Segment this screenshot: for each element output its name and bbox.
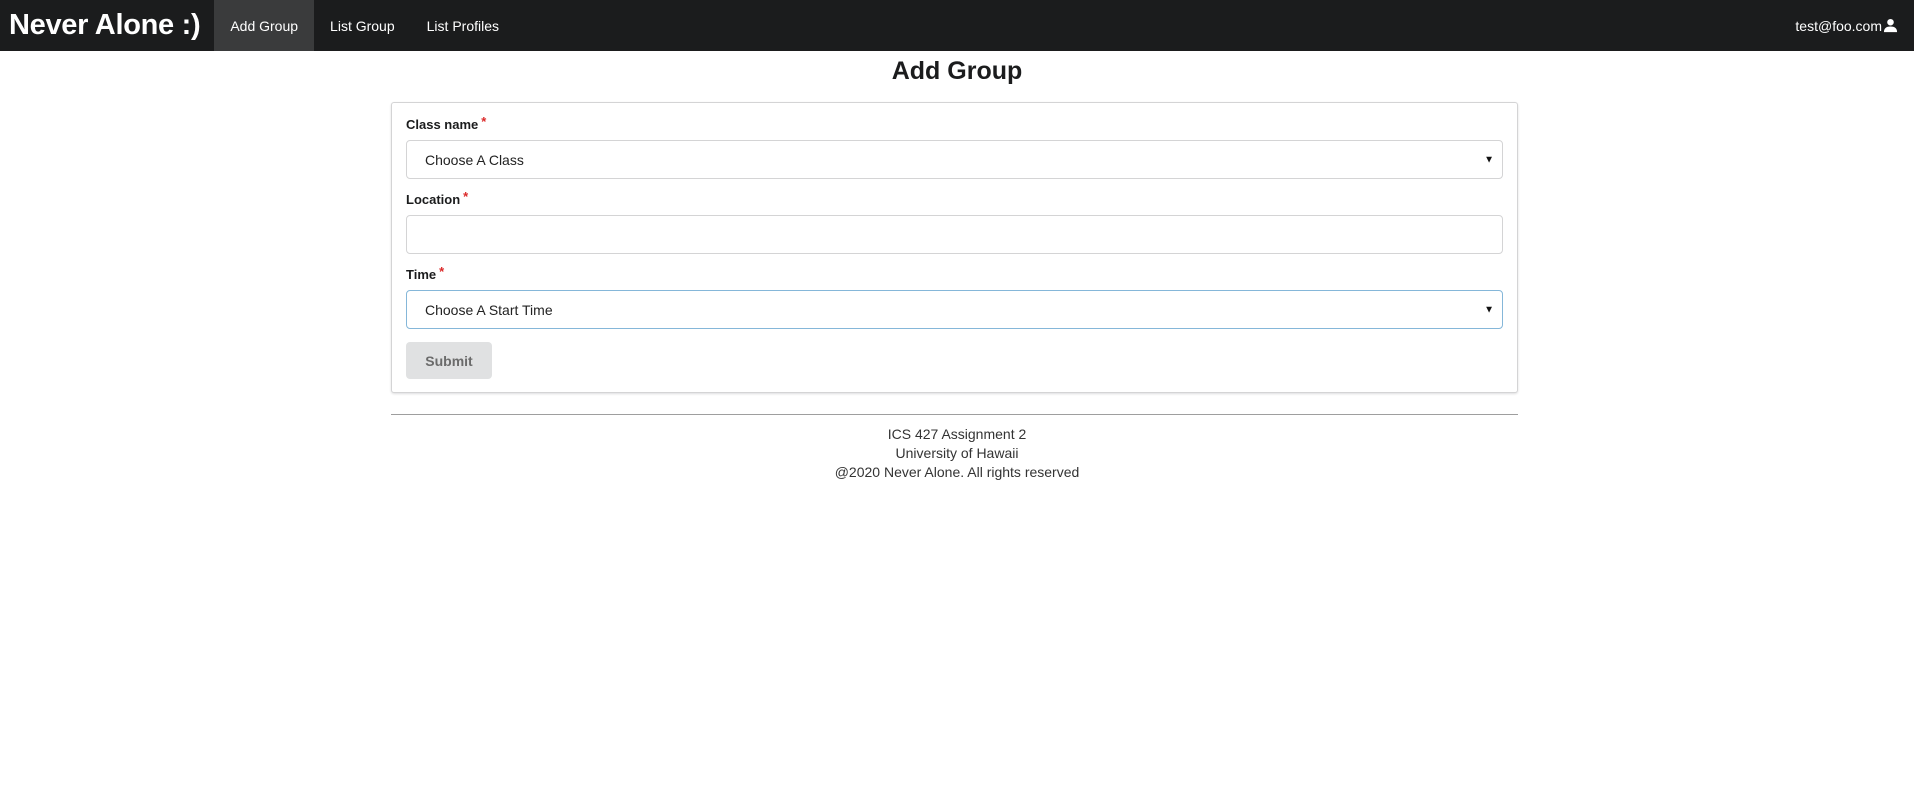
class-name-select[interactable]: Choose A Class ▼ xyxy=(406,140,1503,179)
submit-button[interactable]: Submit xyxy=(406,342,492,379)
top-navbar: Never Alone :) Add Group List Group List… xyxy=(0,0,1914,51)
user-email: test@foo.com xyxy=(1795,17,1882,34)
location-label: Location * xyxy=(406,189,469,207)
brand-logo[interactable]: Never Alone :) xyxy=(0,0,214,51)
footer-line-copyright: @2020 Never Alone. All rights reserved xyxy=(834,464,1080,480)
footer-line-course: ICS 427 Assignment 2 xyxy=(887,426,1027,442)
user-icon xyxy=(1883,18,1898,33)
location-input[interactable] xyxy=(406,215,1503,254)
add-group-form: Class name * Choose A Class ▼ Location * T… xyxy=(391,102,1518,393)
dropdown-caret-icon: ▼ xyxy=(1484,304,1494,315)
time-label-text: Time xyxy=(406,267,437,282)
time-select[interactable]: Choose A Start Time ▼ xyxy=(406,290,1503,329)
footer-divider xyxy=(391,414,1518,415)
page-title: Add Group xyxy=(891,57,1023,85)
footer-line-university: University of Hawaii xyxy=(895,445,1019,461)
class-name-label-text: Class name xyxy=(406,117,479,132)
required-marker: * xyxy=(463,189,469,204)
nav-add-group[interactable]: Add Group xyxy=(214,0,315,51)
time-select-value: Choose A Start Time xyxy=(425,301,553,318)
footer: ICS 427 Assignment 2 University of Hawai… xyxy=(0,425,1914,482)
nav-list-profiles[interactable]: List Profiles xyxy=(411,0,515,51)
location-label-text: Location xyxy=(406,192,461,207)
dropdown-caret-icon: ▼ xyxy=(1484,154,1494,165)
required-marker: * xyxy=(439,264,445,279)
class-name-select-value: Choose A Class xyxy=(425,151,524,168)
user-menu[interactable]: test@foo.com xyxy=(1795,0,1914,51)
nav-list-group[interactable]: List Group xyxy=(314,0,411,51)
time-label: Time * xyxy=(406,264,445,282)
class-name-label: Class name * xyxy=(406,114,487,132)
required-marker: * xyxy=(481,114,487,129)
